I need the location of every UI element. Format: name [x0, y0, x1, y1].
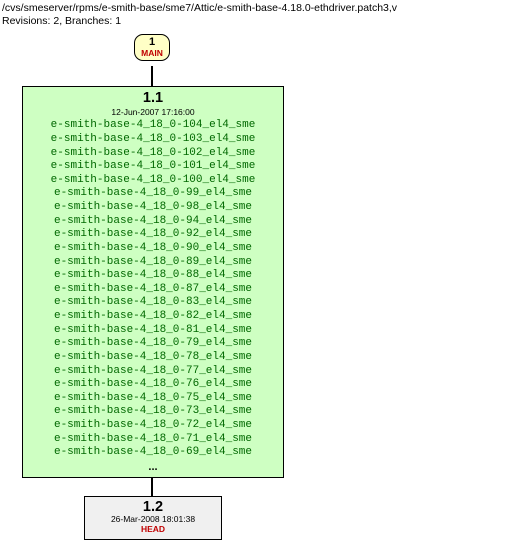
revision-tag: e-smith-base-4_18_0-72_el4_sme — [29, 419, 277, 433]
revision-tag: e-smith-base-4_18_0-90_el4_sme — [29, 242, 277, 256]
revision-tag: e-smith-base-4_18_0-100_el4_sme — [29, 174, 277, 188]
tags-ellipsis: ... — [29, 461, 277, 473]
revision-tag: e-smith-base-4_18_0-76_el4_sme — [29, 378, 277, 392]
revision-tag: e-smith-base-4_18_0-82_el4_sme — [29, 310, 277, 324]
file-path: /cvs/smeserver/rpms/e-smith-base/sme7/At… — [2, 2, 397, 15]
edge-rev1-to-rev2 — [151, 478, 153, 496]
revision-version: 1.1 — [29, 91, 277, 107]
revision-tag: e-smith-base-4_18_0-89_el4_sme — [29, 256, 277, 270]
revision-tag: e-smith-base-4_18_0-103_el4_sme — [29, 133, 277, 147]
main-branch-node[interactable]: 1 MAIN — [134, 34, 170, 61]
main-branch-number: 1 — [135, 37, 169, 49]
revisions-info: Revisions: 2, Branches: 1 — [2, 15, 397, 28]
revision-tag: e-smith-base-4_18_0-78_el4_sme — [29, 351, 277, 365]
revision-tag: e-smith-base-4_18_0-98_el4_sme — [29, 201, 277, 215]
revision-tag: e-smith-base-4_18_0-75_el4_sme — [29, 392, 277, 406]
head-label: HEAD — [89, 525, 217, 535]
revision-tag: e-smith-base-4_18_0-87_el4_sme — [29, 283, 277, 297]
main-branch-label: MAIN — [135, 49, 169, 58]
revision-tag: e-smith-base-4_18_0-88_el4_sme — [29, 269, 277, 283]
revision-tag: e-smith-base-4_18_0-79_el4_sme — [29, 337, 277, 351]
revision-1-2-node[interactable]: 1.2 26-Mar-2008 18:01:38 HEAD — [84, 496, 222, 540]
revision-tag: e-smith-base-4_18_0-94_el4_sme — [29, 215, 277, 229]
revision-tag: e-smith-base-4_18_0-71_el4_sme — [29, 433, 277, 447]
header: /cvs/smeserver/rpms/e-smith-base/sme7/At… — [2, 2, 397, 28]
page-root: /cvs/smeserver/rpms/e-smith-base/sme7/At… — [0, 0, 512, 543]
revision-1-1-node[interactable]: 1.1 12-Jun-2007 17:16:00 e-smith-base-4_… — [22, 86, 284, 478]
revision-tag: e-smith-base-4_18_0-104_el4_sme — [29, 119, 277, 133]
revision-tag: e-smith-base-4_18_0-73_el4_sme — [29, 405, 277, 419]
revision-tag: e-smith-base-4_18_0-77_el4_sme — [29, 365, 277, 379]
revision-tag: e-smith-base-4_18_0-83_el4_sme — [29, 296, 277, 310]
revision-version: 1.2 — [89, 500, 217, 515]
revision-tag: e-smith-base-4_18_0-102_el4_sme — [29, 147, 277, 161]
revision-tag: e-smith-base-4_18_0-69_el4_sme — [29, 446, 277, 460]
edge-main-to-rev1 — [151, 66, 153, 86]
revision-tag: e-smith-base-4_18_0-92_el4_sme — [29, 228, 277, 242]
revision-tag: e-smith-base-4_18_0-99_el4_sme — [29, 187, 277, 201]
revision-tag: e-smith-base-4_18_0-81_el4_sme — [29, 324, 277, 338]
revision-tags: e-smith-base-4_18_0-104_el4_smee-smith-b… — [29, 119, 277, 460]
revision-date: 12-Jun-2007 17:16:00 — [29, 108, 277, 117]
revision-tag: e-smith-base-4_18_0-101_el4_sme — [29, 160, 277, 174]
